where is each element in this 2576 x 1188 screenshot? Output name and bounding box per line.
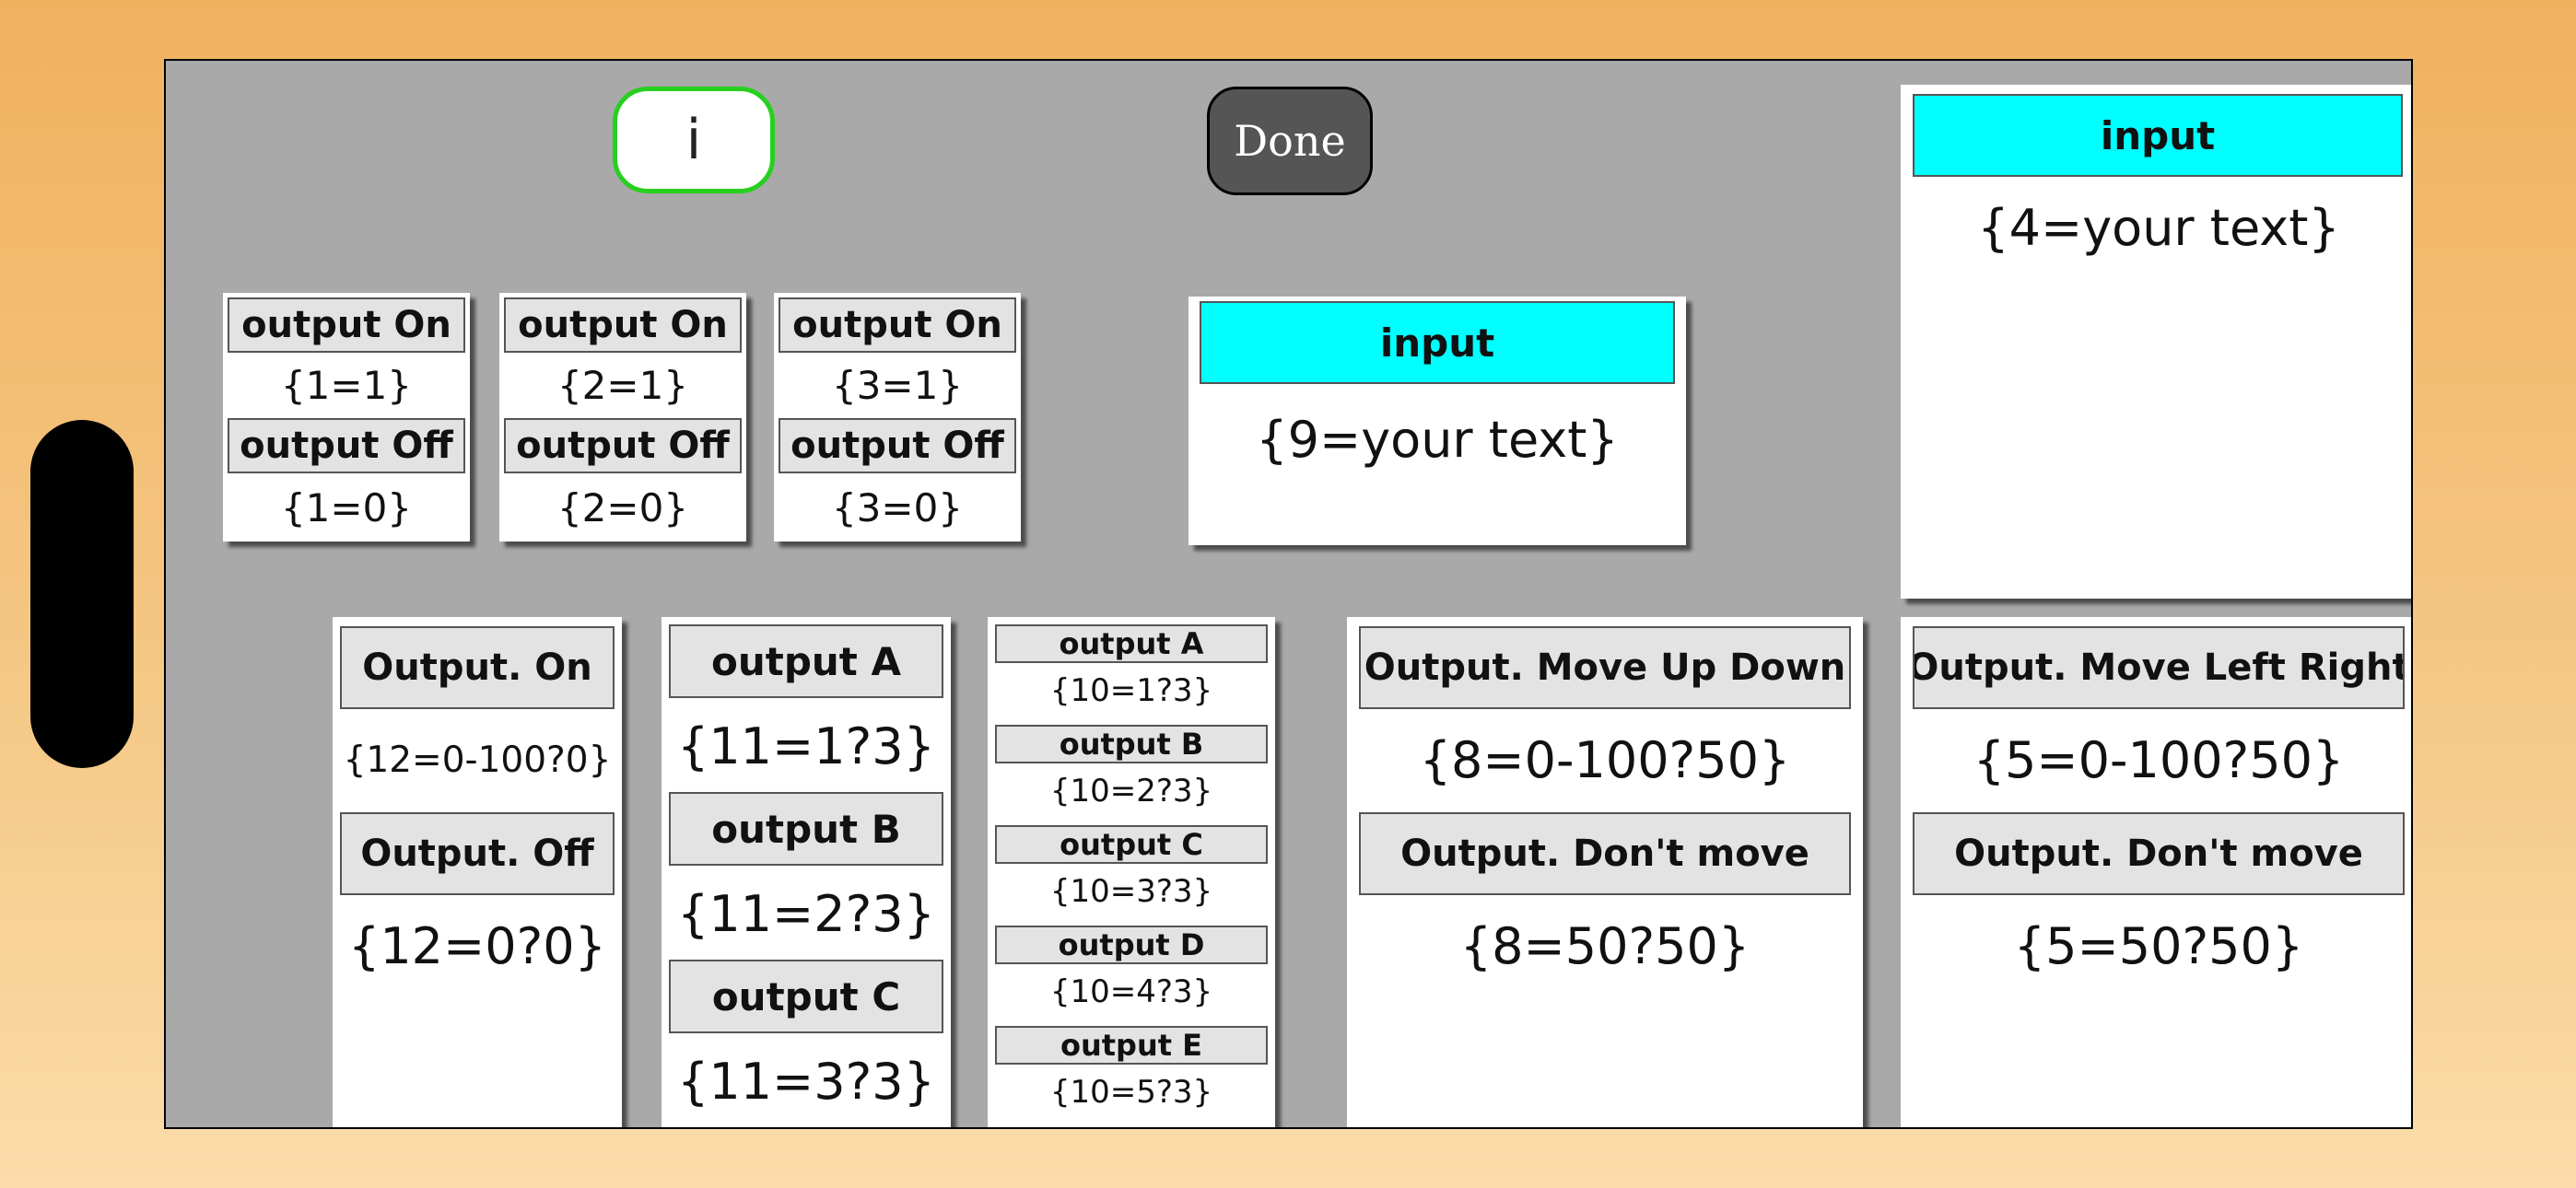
dont-move-value: {8=50?50}: [1459, 916, 1751, 975]
output-b-button[interactable]: output B: [995, 725, 1268, 763]
output-c-value: {10=3?3}: [1049, 873, 1213, 910]
output-on-button[interactable]: output On: [504, 297, 742, 353]
output-off-button[interactable]: Output. Off: [340, 812, 615, 895]
canvas: i Done output On {1=1} output Off {1=0} …: [164, 59, 2413, 1129]
output-off-value: {12=0?0}: [347, 916, 607, 975]
move-up-down-button[interactable]: Output. Move Up Down: [1359, 626, 1851, 709]
info-button[interactable]: i: [613, 87, 775, 193]
output-d-button[interactable]: output D: [995, 926, 1268, 964]
output-panel-10: output A {10=1?3} output B {10=2?3} outp…: [988, 617, 1275, 1127]
dont-move-button[interactable]: Output. Don't move: [1913, 812, 2405, 895]
output-e-value: {10=5?3}: [1049, 1074, 1213, 1111]
output-off-button[interactable]: output Off: [228, 418, 465, 473]
output-off-value: {3=0}: [831, 484, 964, 530]
output-c-button[interactable]: output C: [669, 960, 943, 1033]
move-left-right-button[interactable]: Output. Move Left Right: [1913, 626, 2405, 709]
dont-move-value: {5=50?50}: [2013, 916, 2304, 975]
output-a-button[interactable]: output A: [669, 624, 943, 698]
input-panel-4: input {4=your text}: [1901, 85, 2411, 599]
input-header[interactable]: input: [1200, 301, 1675, 384]
move-left-right-value: {5=0-100?50}: [1973, 730, 2345, 789]
toggle-panel-2: output On {2=1} output Off {2=0}: [499, 293, 746, 542]
move-up-down-value: {8=0-100?50}: [1419, 730, 1791, 789]
output-on-button[interactable]: output On: [228, 297, 465, 353]
output-d-value: {10=4?3}: [1049, 973, 1213, 1010]
output-b-button[interactable]: output B: [669, 792, 943, 866]
output-on-value: {1=1}: [280, 362, 413, 408]
input-header[interactable]: input: [1913, 94, 2403, 177]
output-c-button[interactable]: output C: [995, 825, 1268, 864]
output-off-value: {2=0}: [556, 484, 689, 530]
input-value[interactable]: {4=your text}: [1901, 186, 2411, 269]
dont-move-button[interactable]: Output. Don't move: [1359, 812, 1851, 895]
output-panel-5: Output. Move Left Right {5=0-100?50} Out…: [1901, 617, 2411, 1127]
output-on-value: {12=0-100?0}: [343, 739, 612, 781]
output-e-button[interactable]: output E: [995, 1026, 1268, 1065]
output-a-value: {11=1?3}: [676, 716, 936, 775]
toggle-panel-3: output On {3=1} output Off {3=0}: [774, 293, 1021, 542]
output-a-value: {10=1?3}: [1049, 672, 1213, 709]
toggle-panel-1: output On {1=1} output Off {1=0}: [223, 293, 470, 542]
output-panel-12: Output. On {12=0-100?0} Output. Off {12=…: [333, 617, 622, 1127]
output-off-value: {1=0}: [280, 484, 413, 530]
output-on-button[interactable]: Output. On: [340, 626, 615, 709]
output-b-value: {10=2?3}: [1049, 773, 1213, 809]
output-panel-8: Output. Move Up Down {8=0-100?50} Output…: [1347, 617, 1863, 1127]
output-on-button[interactable]: output On: [779, 297, 1016, 353]
input-value[interactable]: {9=your text}: [1188, 398, 1686, 481]
side-handle: [30, 420, 134, 768]
output-off-button[interactable]: output Off: [504, 418, 742, 473]
output-b-value: {11=2?3}: [676, 884, 936, 943]
output-panel-11: output A {11=1?3} output B {11=2?3} outp…: [662, 617, 951, 1127]
output-on-value: {3=1}: [831, 362, 964, 408]
done-button[interactable]: Done: [1207, 87, 1373, 195]
output-a-button[interactable]: output A: [995, 624, 1268, 663]
output-on-value: {2=1}: [556, 362, 689, 408]
output-c-value: {11=3?3}: [676, 1052, 936, 1111]
output-off-button[interactable]: output Off: [779, 418, 1016, 473]
input-panel-9: input {9=your text}: [1188, 297, 1686, 545]
